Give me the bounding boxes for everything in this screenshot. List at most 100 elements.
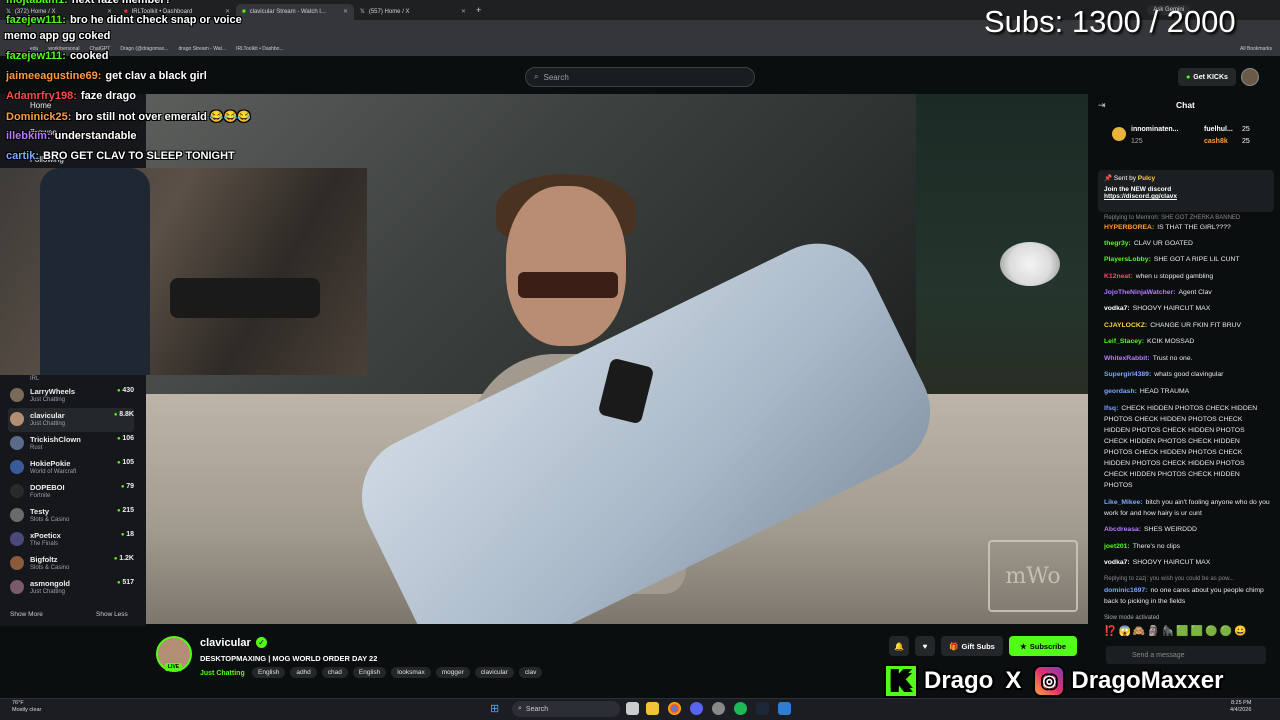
system-clock[interactable]: 8:25 PM 4/4/2026 <box>1230 700 1251 714</box>
following-channel[interactable]: HokiePokieWorld of Warcraft 105 <box>8 456 134 480</box>
app-icon[interactable] <box>778 702 791 715</box>
weather-widget[interactable]: 76°F Mostly clear <box>12 700 41 714</box>
chat-username[interactable]: PlayersLobby: <box>1104 256 1151 263</box>
chat-username[interactable]: vodka7: <box>1104 559 1130 566</box>
all-bookmarks[interactable]: All Bookmarks <box>1240 46 1272 52</box>
chat-username[interactable]: HYPERBOREA: <box>1104 224 1154 231</box>
tag[interactable]: English <box>252 667 286 678</box>
task-view-icon[interactable] <box>626 702 639 715</box>
chat-text: CHECK HIDDEN PHOTOS CHECK HIDDEN PHOTOS … <box>1104 405 1258 489</box>
following-channel[interactable]: asmongoldJust Chatting 517 <box>8 576 134 600</box>
browser-tab[interactable]: 𝕏 (557) Home / X ✕ <box>354 4 472 20</box>
chat-message: lfsq: CHECK HIDDEN PHOTOS CHECK HIDDEN PH… <box>1104 403 1270 491</box>
tag[interactable]: English <box>352 667 387 678</box>
browser-tab-active[interactable]: ■ clavicular Stream - Watch l... ✕ <box>236 3 354 20</box>
chat-username[interactable]: Like_Mikee: <box>1104 499 1143 506</box>
chat-username[interactable]: JojoTheNinjaWatcher: <box>1104 289 1176 296</box>
get-kicks-button[interactable]: ● Get KICKs <box>1178 68 1236 86</box>
stream-category[interactable]: Just Chatting <box>200 670 245 677</box>
overlay-chat-text: next faze member? <box>71 0 172 6</box>
windows-start-icon[interactable]: ⊞ <box>490 702 499 715</box>
chat-message: WhitexRabbit: Trust no one. <box>1104 353 1270 364</box>
overlay-chat-text: get clav a black girl <box>105 70 207 82</box>
overlay-chat-user: fazejew111: <box>6 50 66 62</box>
channel-avatar <box>10 412 24 426</box>
tag[interactable]: looksmax <box>391 667 431 678</box>
chat-username[interactable]: thegr3y: <box>1104 240 1131 247</box>
tag[interactable]: adhd <box>290 667 317 678</box>
chat-username[interactable]: WhitexRabbit: <box>1104 355 1150 362</box>
overlay-chat-user: Dominick25: <box>6 111 72 123</box>
spotify-icon[interactable] <box>734 702 747 715</box>
chat-username[interactable]: K12neat: <box>1104 273 1133 280</box>
channel-name: HokiePokie <box>30 459 71 468</box>
notification-bell-icon[interactable]: 🔔 <box>889 636 909 656</box>
show-more-button[interactable]: Show More <box>10 611 43 618</box>
viewer-count: 517 <box>117 579 134 586</box>
show-less-button[interactable]: Show Less <box>96 611 128 618</box>
subscribe-button[interactable]: ★ Subscribe <box>1009 636 1077 656</box>
chat-text: Agent Clav <box>1178 289 1212 296</box>
following-channel[interactable]: BigfoltzSlots & Casino 1.2K <box>8 552 134 576</box>
tag[interactable]: clav <box>518 667 543 678</box>
chat-username[interactable]: Supergirl4389: <box>1104 371 1151 378</box>
channel-name: clavicular <box>30 411 65 420</box>
tag[interactable]: chad <box>321 667 348 678</box>
overlay-chat-text: BRO GET CLAV TO SLEEP TONIGHT <box>43 150 235 162</box>
taskbar-search[interactable]: ⌕ Search <box>512 701 620 717</box>
close-icon[interactable]: ✕ <box>343 8 348 15</box>
pinned-message[interactable]: 📌 Sent by Pulcy Join the NEW discord htt… <box>1098 170 1274 212</box>
tag[interactable]: mogger <box>435 667 470 678</box>
following-channel[interactable]: DOPEBOIFortnite 79 <box>8 480 134 504</box>
following-channel[interactable]: xPoeticxThe Finals 18 <box>8 528 134 552</box>
chat-username[interactable]: vodka7: <box>1104 305 1130 312</box>
user-avatar[interactable] <box>1241 68 1259 86</box>
bookmark[interactable]: drago Stream - Wat... <box>178 46 226 52</box>
file-explorer-icon[interactable] <box>646 702 659 715</box>
discord-icon[interactable] <box>690 702 703 715</box>
bookmark[interactable]: IRLToolkit • Dashbo... <box>236 46 284 52</box>
collapse-chat-icon[interactable]: ⇥ <box>1098 100 1106 111</box>
close-icon[interactable]: ✕ <box>461 8 466 15</box>
overlay-chat-user: jaimeeagustine69: <box>6 70 102 82</box>
sidebar-item-home[interactable]: Home <box>30 101 51 110</box>
chat-username[interactable]: CJAYLOCKZ: <box>1104 322 1147 329</box>
chat-username[interactable]: joet201: <box>1104 543 1130 550</box>
channel-category: Slots & Casino <box>30 565 70 571</box>
emote-bar[interactable]: ⁉️😱🙈🗿🦍🟩🟩🟢🟢😀 <box>1104 626 1249 637</box>
search-input[interactable]: ⌕ Search <box>525 67 755 87</box>
following-channel[interactable]: LarryWheelsJust Chatting 430 <box>8 384 134 408</box>
new-tab-icon[interactable]: + <box>476 5 481 15</box>
chat-username[interactable]: geordash: <box>1104 388 1137 395</box>
channel-name: Testy <box>30 507 50 516</box>
obs-icon[interactable] <box>712 702 725 715</box>
tab-label: (557) Home / X <box>368 8 410 15</box>
chat-message: CJAYLOCKZ: CHANGE UR FKIN FIT BRUV <box>1104 320 1270 331</box>
pinned-link[interactable]: https://discord.gg/clavx <box>1104 193 1268 200</box>
chat-text: SHOOVY HAIRCUT MAX <box>1132 305 1211 312</box>
bookmark[interactable]: Drago (@dragomax... <box>120 46 168 52</box>
search-icon: ⌕ <box>518 705 522 712</box>
overlay-chat-user: mojtabam1: <box>6 0 68 6</box>
following-channel[interactable]: clavicularJust Chatting 8.8K <box>8 408 134 432</box>
get-kicks-label: Get KICKs <box>1193 73 1228 81</box>
video-face <box>506 186 626 346</box>
following-channel[interactable]: TestySlots & Casino 215 <box>8 504 134 528</box>
channel-avatar <box>10 508 24 522</box>
tag[interactable]: clavicular <box>474 667 514 678</box>
chat-username[interactable]: lfsq: <box>1104 405 1118 412</box>
socials-overlay: K Drago X ◎ DragoMaxxer <box>884 660 1223 702</box>
chat-text: CHANGE UR FKIN FIT BRUV <box>1150 322 1242 329</box>
overlay-chat-line: Dominick25: bro still not over emerald 😂😂… <box>6 110 251 123</box>
chat-username[interactable]: Leif_Stacey: <box>1104 338 1144 345</box>
chat-username[interactable]: dominic1697: <box>1104 587 1147 594</box>
chat-text: IS THAT THE GIRL???? <box>1157 224 1231 231</box>
steam-icon[interactable] <box>756 702 769 715</box>
chrome-icon[interactable] <box>668 702 681 715</box>
channel-name[interactable]: clavicular <box>200 637 251 649</box>
following-channel[interactable]: TrickishClownRust 106 <box>8 432 134 456</box>
follow-heart-icon[interactable]: ♥ <box>915 636 935 656</box>
chat-username[interactable]: Abcdreasa: <box>1104 526 1141 533</box>
gift-subs-button[interactable]: 🎁 Gift Subs <box>941 636 1003 656</box>
chat-text: SHE GOT A RIPE LIL CUNT <box>1153 256 1240 263</box>
